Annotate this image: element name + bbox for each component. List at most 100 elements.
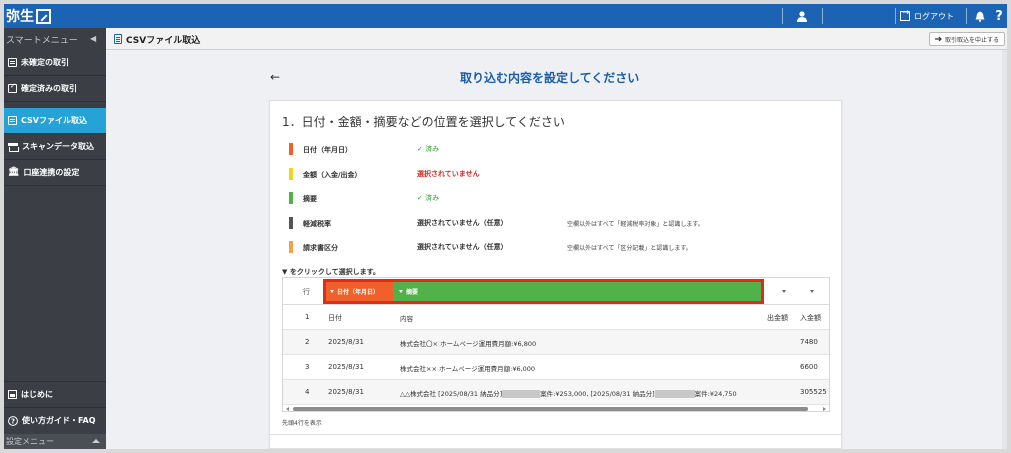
abort-import-button[interactable]: 取引取込を中止する bbox=[929, 32, 1005, 46]
settings-card: 1．日付・金額・摘要などの位置を選択してください 日付（年月日） ✓ 済み 金額… bbox=[269, 100, 842, 449]
field-note: 空欄以外はすべて「区分記載」と認識します。 bbox=[567, 245, 692, 252]
sidebar-item-unconfirmed[interactable]: 未確定の取引 bbox=[4, 50, 106, 76]
notification-button[interactable] bbox=[973, 4, 987, 28]
scroll-right-icon[interactable] bbox=[823, 407, 826, 411]
sidebar: 未確定の取引 確定済みの取引 CSVファイル取込 スキャンデータ取込 🏛 口座連… bbox=[4, 50, 106, 449]
redacted-block bbox=[654, 390, 695, 398]
description-part: △△株式会社 [2025/08/31 納品分] bbox=[400, 390, 503, 398]
cell-date: 2025/8/31 bbox=[328, 388, 364, 396]
settings-menu-toggle[interactable]: 設定メニュー bbox=[4, 434, 106, 449]
caret-down-icon bbox=[399, 290, 403, 293]
color-marker bbox=[289, 217, 293, 229]
csv-file-icon bbox=[8, 116, 17, 125]
column-header-row: 行 日付（年月日） 摘要 bbox=[283, 278, 829, 305]
app-window: 弥生 ログアウト ? スマートメニュー ◀ bbox=[4, 4, 1007, 449]
bell-icon bbox=[975, 11, 985, 22]
field-label: 請求書区分 bbox=[303, 244, 338, 252]
scroll-left-icon[interactable] bbox=[286, 407, 289, 411]
field-label: 日付（年月日） bbox=[303, 146, 352, 154]
status-text: 選択されていません（任意） bbox=[417, 219, 508, 227]
description-part: 案件:¥24,750 bbox=[694, 390, 737, 398]
selected-columns-highlight: 日付（年月日） 摘要 bbox=[323, 279, 764, 304]
user-button[interactable] bbox=[782, 4, 822, 28]
sidebar-item-label: スキャンデータ取込 bbox=[22, 142, 94, 151]
settings-menu-label: 設定メニュー bbox=[6, 437, 54, 446]
logo-text: 弥生 bbox=[6, 9, 34, 25]
color-marker bbox=[289, 143, 293, 155]
caret-down-icon bbox=[330, 290, 334, 293]
field-invoice-type: 請求書区分 選択されていません（任意） 空欄以外はすべて「区分記載」と認識します… bbox=[289, 240, 829, 256]
exit-arrow-icon bbox=[934, 36, 942, 42]
yayoi-logo[interactable]: 弥生 bbox=[6, 6, 51, 26]
sidebar-item-label: 未確定の取引 bbox=[21, 58, 69, 67]
row-number: 3 bbox=[305, 363, 310, 371]
table-row: 4 2025/8/31 △△株式会社 [2025/08/31 納品分] 案件:¥2… bbox=[283, 380, 829, 405]
help-circle-icon: ? bbox=[8, 415, 18, 426]
horizontal-scrollbar[interactable] bbox=[283, 404, 829, 411]
status-text: ✓ 済み bbox=[417, 145, 440, 153]
field-label: 金額（入金/出金） bbox=[303, 171, 362, 179]
field-reduced-tax: 軽減税率 選択されていません（任意） 空欄以外はすべて「軽減税率対象」と認識しま… bbox=[289, 216, 829, 232]
bank-icon: 🏛 bbox=[8, 167, 20, 177]
collapse-menu-icon[interactable]: ◀ bbox=[90, 34, 96, 43]
sidebar-item-label: 口座連携の設定 bbox=[23, 168, 80, 177]
cell-out: 出金額 bbox=[767, 314, 788, 322]
table-row: 3 2025/8/31 株式会社×× ホームページ運用費月額:¥6,000 66… bbox=[283, 355, 829, 380]
field-summary: 摘要 ✓ 済み bbox=[289, 191, 829, 207]
row-number: 2 bbox=[305, 338, 310, 346]
logout-icon bbox=[900, 8, 910, 21]
status-text: 選択されていません bbox=[417, 170, 480, 178]
row-number: 4 bbox=[305, 388, 310, 396]
color-marker bbox=[289, 192, 293, 204]
column-select-label: 摘要 bbox=[406, 289, 419, 296]
column-select-out-dropdown[interactable] bbox=[782, 290, 786, 293]
row-header-label: 行 bbox=[303, 288, 310, 296]
column-select-summary[interactable]: 摘要 bbox=[393, 282, 761, 301]
divider bbox=[822, 8, 823, 24]
sidebar-item-getting-started[interactable]: はじめに bbox=[4, 381, 106, 407]
sidebar-item-guide-faq[interactable]: ? 使い方ガイド・FAQ bbox=[4, 407, 106, 433]
column-select-date[interactable]: 日付（年月日） bbox=[326, 282, 393, 301]
page-title: 取り込む内容を設定してください bbox=[460, 71, 640, 85]
breadcrumb: CSVファイル取込 bbox=[114, 28, 200, 50]
instruction-text: ▼ をクリックして選択します。 bbox=[282, 268, 380, 276]
section-title: 1．日付・金額・摘要などの位置を選択してください bbox=[282, 115, 565, 129]
cell-description: 内容 bbox=[400, 315, 413, 323]
sidebar-item-confirmed[interactable]: 確定済みの取引 bbox=[4, 76, 106, 102]
field-note: 空欄以外はすべて「軽減税率対象」と認識します。 bbox=[567, 221, 704, 228]
cell-in: 7480 bbox=[800, 338, 818, 346]
sidebar-item-label: 確定済みの取引 bbox=[21, 84, 77, 93]
csv-file-icon bbox=[114, 34, 122, 44]
row-number: 1 bbox=[305, 313, 310, 321]
rows-shown-label: 先頭4行を表示 bbox=[282, 420, 322, 427]
status-text: 選択されていません（任意） bbox=[417, 243, 508, 251]
page-scroll-track[interactable] bbox=[1002, 50, 1007, 449]
logo-mark-icon bbox=[36, 8, 51, 24]
sidebar-item-csv-import[interactable]: CSVファイル取込 bbox=[4, 108, 106, 134]
sidebar-item-label: はじめに bbox=[21, 390, 53, 399]
chevron-up-icon[interactable] bbox=[92, 439, 100, 443]
sidebar-item-bank-link[interactable]: 🏛 口座連携の設定 bbox=[4, 160, 106, 186]
scrollbar-thumb[interactable] bbox=[293, 407, 808, 411]
sidebar-item-scan-import[interactable]: スキャンデータ取込 bbox=[4, 134, 106, 160]
cell-in: 305525 bbox=[800, 388, 827, 396]
table-row: 1 日付 内容 出金額 入金額 bbox=[283, 305, 829, 330]
divider bbox=[966, 8, 967, 24]
column-select-in-dropdown[interactable] bbox=[810, 290, 814, 293]
check-list-icon bbox=[8, 82, 17, 93]
field-date: 日付（年月日） ✓ 済み bbox=[289, 142, 829, 158]
field-amount: 金額（入金/出金） 選択されていません bbox=[289, 167, 829, 183]
help-button[interactable]: ? bbox=[992, 4, 1006, 28]
breadcrumb-title: CSVファイル取込 bbox=[126, 35, 201, 46]
logout-label: ログアウト bbox=[914, 11, 954, 21]
description-part: 案件:¥253,000, [2025/08/31 納品分] bbox=[540, 390, 655, 398]
cell-date: 日付 bbox=[328, 314, 342, 322]
top-bar: 弥生 ログアウト ? bbox=[4, 4, 1007, 28]
back-arrow-icon[interactable]: ← bbox=[270, 70, 280, 84]
sidebar-item-label: 使い方ガイド・FAQ bbox=[22, 416, 96, 425]
cell-in: 6600 bbox=[800, 363, 818, 371]
help-icon: ? bbox=[995, 8, 1003, 24]
logout-button[interactable]: ログアウト bbox=[900, 4, 954, 28]
svg-text:?: ? bbox=[11, 417, 15, 425]
divider bbox=[269, 434, 842, 435]
